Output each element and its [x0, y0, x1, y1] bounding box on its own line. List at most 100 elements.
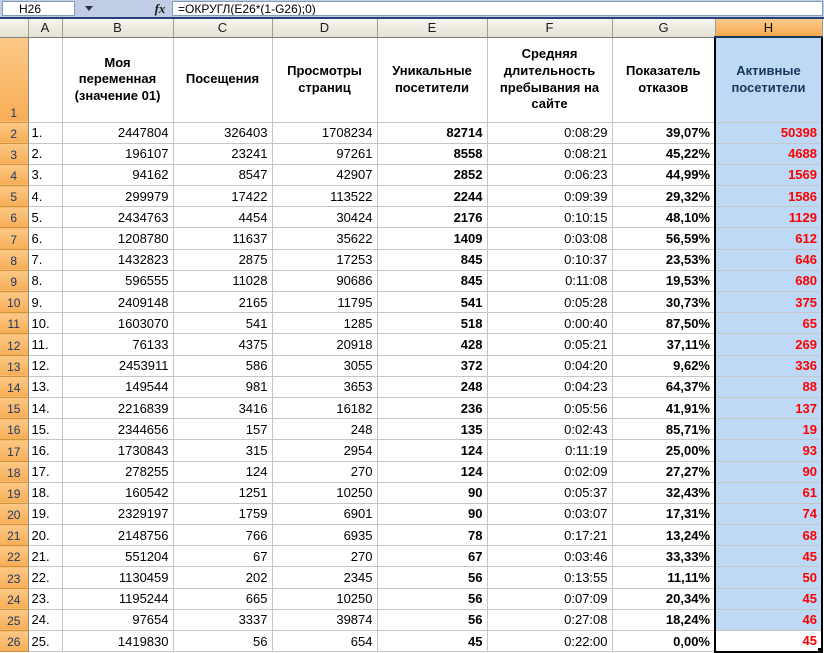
cell-unique-visitors[interactable]: 2244: [377, 185, 488, 208]
cell-index[interactable]: 10.: [28, 312, 63, 335]
cell-unique-visitors[interactable]: 2176: [377, 206, 488, 229]
row-header[interactable]: 10: [0, 291, 29, 314]
cell-active-visitors[interactable]: 19: [714, 418, 823, 441]
cell-bounce-rate[interactable]: 20,34%: [612, 588, 716, 610]
cell-visits[interactable]: 3337: [173, 609, 273, 632]
cell-pageviews[interactable]: 2954: [272, 439, 378, 462]
cell-pageviews[interactable]: 3653: [272, 376, 378, 398]
cell-bounce-rate[interactable]: 41,91%: [612, 397, 716, 420]
cell-avg-duration[interactable]: 0:07:09: [487, 588, 613, 610]
cell-index[interactable]: 14.: [28, 397, 63, 420]
row-header[interactable]: 23: [0, 566, 29, 589]
row-header[interactable]: 16: [0, 418, 29, 441]
cell-avg-duration[interactable]: 0:05:56: [487, 397, 613, 420]
cell-avg-duration[interactable]: 0:17:21: [487, 524, 613, 547]
cell-unique-visitors[interactable]: 236: [377, 397, 488, 420]
cell-active-visitors[interactable]: 1586: [714, 185, 823, 208]
cell-unique-visitors[interactable]: 2852: [377, 164, 488, 187]
cell-visits[interactable]: 8547: [173, 164, 273, 187]
cell-avg-duration[interactable]: 0:27:08: [487, 609, 613, 632]
column-header-d[interactable]: D: [272, 19, 378, 38]
cell-visits[interactable]: 981: [173, 376, 273, 398]
cell-unique-visitors[interactable]: 82714: [377, 122, 488, 144]
cell-bounce-rate[interactable]: 32,43%: [612, 482, 716, 504]
cell-pageviews[interactable]: 248: [272, 418, 378, 441]
cell-unique-visitors[interactable]: 518: [377, 312, 488, 335]
cell-variable[interactable]: 1603070: [62, 312, 174, 335]
column-header-c[interactable]: C: [173, 19, 273, 38]
cell-h1-header-selected[interactable]: Активные посетители: [714, 36, 823, 123]
cell-index[interactable]: 15.: [28, 418, 63, 441]
cell-unique-visitors[interactable]: 124: [377, 439, 488, 462]
cell-visits[interactable]: 157: [173, 418, 273, 441]
cell-bounce-rate[interactable]: 23,53%: [612, 249, 716, 271]
cell-bounce-rate[interactable]: 13,24%: [612, 524, 716, 547]
row-header[interactable]: 12: [0, 333, 29, 356]
cell-unique-visitors[interactable]: 90: [377, 503, 488, 526]
cell-avg-duration[interactable]: 0:00:40: [487, 312, 613, 335]
cell-index[interactable]: 1.: [28, 122, 63, 144]
cell-avg-duration[interactable]: 0:04:23: [487, 376, 613, 398]
cell-visits[interactable]: 586: [173, 355, 273, 377]
cell-visits[interactable]: 665: [173, 588, 273, 610]
cell-avg-duration[interactable]: 0:05:37: [487, 482, 613, 504]
cell-bounce-rate[interactable]: 56,59%: [612, 227, 716, 250]
cell-index[interactable]: 19.: [28, 503, 63, 526]
row-header[interactable]: 17: [0, 439, 29, 462]
cell-bounce-rate[interactable]: 11,11%: [612, 566, 716, 589]
cell-visits[interactable]: 315: [173, 439, 273, 462]
cell-active-visitors[interactable]: 50: [714, 566, 823, 589]
column-header-h-selected[interactable]: H: [715, 19, 823, 38]
cell-variable[interactable]: 2329197: [62, 503, 174, 526]
cell-pageviews[interactable]: 1285: [272, 312, 378, 335]
cell-pageviews[interactable]: 654: [272, 630, 378, 653]
row-header[interactable]: 24: [0, 588, 29, 610]
cell-bounce-rate[interactable]: 87,50%: [612, 312, 716, 335]
cell-active-visitors[interactable]: 45: [714, 588, 823, 610]
cell-index[interactable]: 22.: [28, 566, 63, 589]
row-header[interactable]: 2: [0, 122, 29, 144]
cell-unique-visitors[interactable]: 135: [377, 418, 488, 441]
row-header[interactable]: 5: [0, 185, 29, 208]
cell-variable[interactable]: 551204: [62, 545, 174, 568]
cell-index[interactable]: 20.: [28, 524, 63, 547]
cell-bounce-rate[interactable]: 25,00%: [612, 439, 716, 462]
cell-active-visitors[interactable]: 1569: [714, 164, 823, 187]
cell-pageviews[interactable]: 97261: [272, 143, 378, 165]
row-header[interactable]: 22: [0, 545, 29, 568]
column-header-b[interactable]: B: [62, 19, 174, 38]
cell-unique-visitors[interactable]: 56: [377, 609, 488, 632]
cell-unique-visitors[interactable]: 90: [377, 482, 488, 504]
cell-unique-visitors[interactable]: 541: [377, 291, 488, 314]
cell-visits[interactable]: 124: [173, 461, 273, 483]
cell-active-visitors[interactable]: 90: [714, 461, 823, 483]
cell-b1-header[interactable]: Моя переменная (значение 01): [62, 37, 174, 123]
cell-variable[interactable]: 2148756: [62, 524, 174, 547]
cell-bounce-rate[interactable]: 27,27%: [612, 461, 716, 483]
row-header[interactable]: 13: [0, 355, 29, 377]
cell-visits[interactable]: 67: [173, 545, 273, 568]
insert-function-icon[interactable]: fx: [149, 0, 171, 17]
cell-index[interactable]: 16.: [28, 439, 63, 462]
cell-variable[interactable]: 1208780: [62, 227, 174, 250]
cell-visits[interactable]: 2165: [173, 291, 273, 314]
cell-visits[interactable]: 202: [173, 566, 273, 589]
cell-pageviews[interactable]: 6935: [272, 524, 378, 547]
row-header[interactable]: 19: [0, 482, 29, 504]
cell-pageviews[interactable]: 6901: [272, 503, 378, 526]
cell-pageviews[interactable]: 113522: [272, 185, 378, 208]
cell-active-visitors[interactable]: 45: [714, 545, 823, 568]
cell-g1-header[interactable]: Показатель отказов: [612, 37, 716, 123]
fill-handle[interactable]: [817, 646, 820, 650]
cell-variable[interactable]: 596555: [62, 270, 174, 293]
row-header[interactable]: 14: [0, 376, 29, 398]
row-header[interactable]: 15: [0, 397, 29, 420]
cell-pageviews[interactable]: 10250: [272, 588, 378, 610]
cell-pageviews[interactable]: 11795: [272, 291, 378, 314]
cell-active-visitors[interactable]: 74: [714, 503, 823, 526]
cell-index[interactable]: 11.: [28, 333, 63, 356]
cell-pageviews[interactable]: 270: [272, 545, 378, 568]
cell-active-visitors[interactable]: 336: [714, 355, 823, 377]
cell-bounce-rate[interactable]: 44,99%: [612, 164, 716, 187]
cell-visits[interactable]: 17422: [173, 185, 273, 208]
